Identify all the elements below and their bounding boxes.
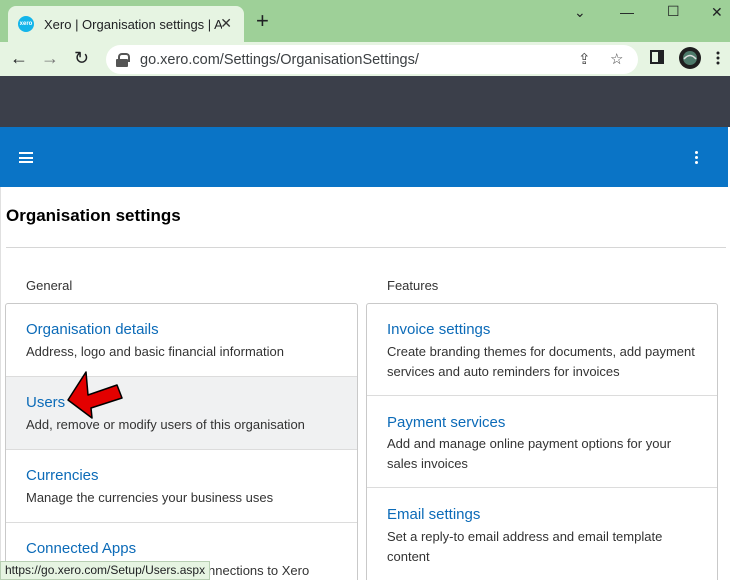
- reload-icon[interactable]: ↻: [74, 48, 89, 68]
- profile-avatar[interactable]: [679, 47, 701, 74]
- general-section-label: General: [26, 278, 73, 293]
- item-title[interactable]: Email settings: [387, 506, 480, 523]
- item-description: Manage the currencies your business uses: [26, 490, 274, 505]
- app-top-bar: [0, 76, 730, 127]
- app-nav-bar: [0, 127, 728, 187]
- item-description: nnections to Xero: [208, 563, 310, 578]
- item-title[interactable]: Payment services: [387, 414, 505, 431]
- annotation-arrow-icon: [66, 366, 126, 427]
- page-title: Organisation settings: [6, 206, 181, 225]
- bookmark-star-icon[interactable]: ☆: [610, 50, 623, 68]
- new-tab-icon[interactable]: +: [256, 10, 269, 32]
- settings-item-users[interactable]: Users Add, remove or modify users of thi…: [6, 377, 357, 450]
- forward-icon[interactable]: →: [41, 48, 59, 68]
- back-icon[interactable]: ←: [10, 48, 28, 68]
- page-left-border: [0, 187, 1, 580]
- hamburger-menu-icon[interactable]: [19, 152, 33, 163]
- item-title[interactable]: Invoice settings: [387, 321, 490, 338]
- item-description: Address, logo and basic financial inform…: [26, 344, 284, 359]
- title-divider: [6, 247, 726, 248]
- general-settings-card: Organisation details Address, logo and b…: [5, 303, 358, 580]
- settings-item-currencies[interactable]: Currencies Manage the currencies your bu…: [6, 450, 357, 523]
- browser-toolbar: ← → ↻ go.xero.com/Settings/OrganisationS…: [0, 42, 730, 76]
- item-description: Set a reply-to email address and email t…: [387, 529, 663, 564]
- item-title[interactable]: Organisation details: [26, 321, 159, 338]
- item-description: Create branding themes for documents, ad…: [387, 344, 695, 379]
- tab-title: Xero | Organisation settings | Alp: [44, 16, 222, 32]
- settings-item-payment-services[interactable]: Payment services Add and manage online p…: [367, 396, 717, 488]
- settings-item-email-settings[interactable]: Email settings Set a reply-to email addr…: [367, 488, 717, 580]
- browser-tab[interactable]: xero Xero | Organisation settings | Alp …: [8, 6, 244, 42]
- chevron-down-icon[interactable]: ⌄: [574, 4, 586, 21]
- browser-menu-icon[interactable]: [716, 51, 720, 70]
- url-text: go.xero.com/Settings/OrganisationSetting…: [140, 51, 419, 68]
- side-panel-icon[interactable]: [650, 50, 664, 69]
- item-title[interactable]: Users: [26, 394, 65, 411]
- maximize-icon[interactable]: ☐: [667, 3, 680, 20]
- item-title[interactable]: Connected Apps: [26, 540, 136, 557]
- settings-item-invoice-settings[interactable]: Invoice settings Create branding themes …: [367, 304, 717, 396]
- xero-favicon-icon: xero: [18, 16, 34, 32]
- status-bar-url: https://go.xero.com/Setup/Users.aspx: [0, 561, 211, 580]
- features-settings-card: Invoice settings Create branding themes …: [366, 303, 718, 580]
- more-options-icon[interactable]: [695, 151, 699, 166]
- item-description: Add and manage online payment options fo…: [387, 436, 672, 471]
- share-icon[interactable]: ⇪: [578, 50, 591, 68]
- browser-tab-bar: xero Xero | Organisation settings | Alp …: [0, 0, 730, 42]
- tab-close-icon[interactable]: ✕: [220, 15, 232, 32]
- close-window-icon[interactable]: ✕: [711, 4, 723, 21]
- features-section-label: Features: [387, 278, 439, 293]
- settings-item-organisation-details[interactable]: Organisation details Address, logo and b…: [6, 304, 357, 377]
- item-title[interactable]: Currencies: [26, 467, 99, 484]
- minimize-icon[interactable]: —: [620, 4, 634, 20]
- lock-icon: [116, 52, 130, 67]
- address-bar[interactable]: go.xero.com/Settings/OrganisationSetting…: [106, 45, 638, 74]
